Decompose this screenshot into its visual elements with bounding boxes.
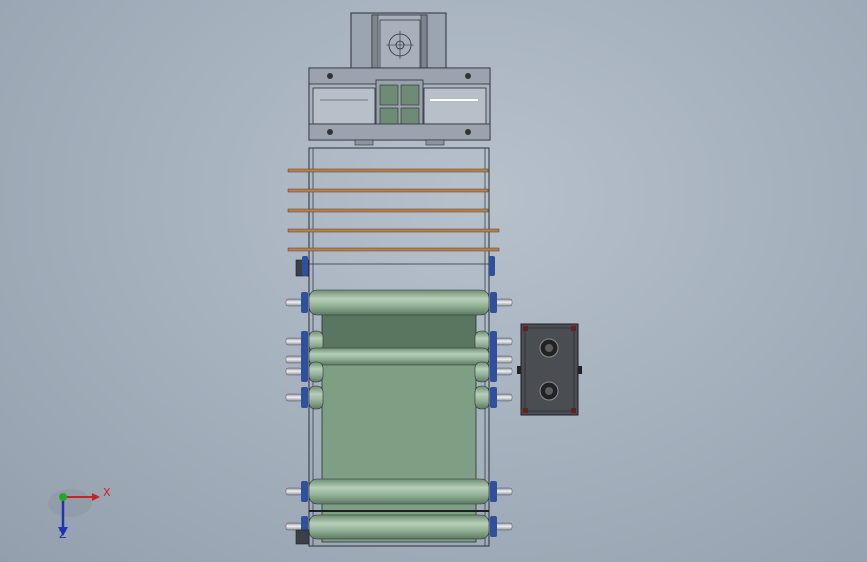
z-axis-label: Z — [59, 528, 67, 541]
cross-rod — [287, 208, 489, 213]
cross-rod — [287, 168, 489, 173]
upper-bearing-blocks — [295, 256, 495, 277]
gearbox-output-shaft — [539, 381, 559, 401]
cross-rod — [287, 247, 500, 252]
cad-viewport[interactable] — [0, 0, 867, 562]
coordinate-triad — [48, 489, 100, 536]
x-axis-label: X — [103, 486, 111, 499]
gearbox-output-shaft — [539, 338, 559, 358]
roller — [295, 529, 310, 545]
roller — [285, 478, 513, 505]
cross-rod — [287, 228, 500, 233]
cross-rods — [287, 168, 500, 252]
cross-rod — [287, 188, 489, 193]
main-belt — [321, 354, 477, 491]
y-axis-marker — [59, 493, 67, 501]
roller — [285, 514, 513, 540]
side-gearbox-unit — [517, 323, 582, 416]
top-drive-assembly — [308, 12, 491, 146]
roller — [285, 289, 513, 316]
conveyor-belts — [309, 299, 489, 543]
